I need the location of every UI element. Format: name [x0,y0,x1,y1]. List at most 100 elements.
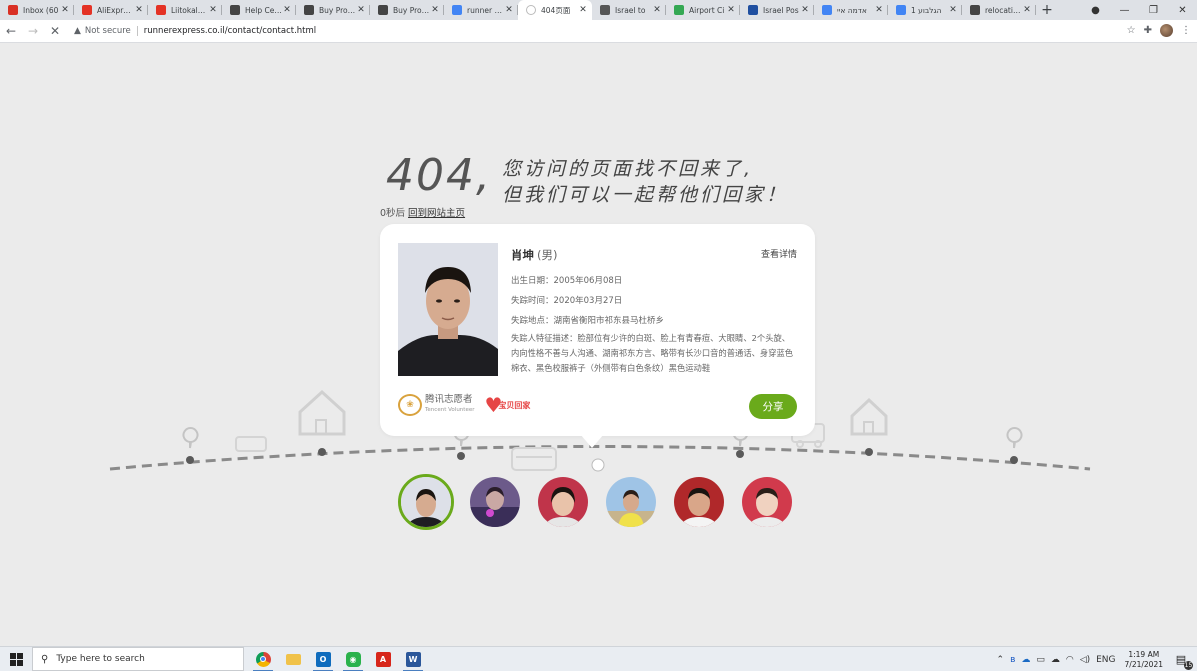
security-label[interactable]: Not secure [85,26,131,36]
restore-icon[interactable]: ❐ [1139,5,1168,16]
child-gender: (男) [537,248,558,262]
tab-close-icon[interactable]: ✕ [356,5,366,15]
tencent-volunteer-cn: 腾讯志愿者 [425,394,473,405]
child-name: 肖坤 (男) [511,247,557,263]
minimize-icon[interactable]: — [1110,5,1139,16]
tab-close-icon[interactable]: ✕ [948,5,958,15]
onedrive-icon[interactable]: ☁ [1021,655,1030,665]
tab-14[interactable]: relocation ✕ [962,0,1036,20]
tab-close-icon[interactable]: ✕ [726,5,736,15]
tab-5[interactable]: Buy Produ ✕ [296,0,370,20]
back-icon[interactable]: ← [0,24,22,38]
profile-avatar[interactable] [1160,24,1173,37]
tab-11[interactable]: Israel Pos ✕ [740,0,814,20]
acrobat-app[interactable]: A [368,647,398,671]
file-explorer-app[interactable] [278,647,308,671]
wifi-icon[interactable]: ◠ [1066,655,1074,665]
start-button[interactable] [0,647,32,671]
tab-10[interactable]: Airport Ci ✕ [666,0,740,20]
cloud-icon[interactable]: ☁ [1051,655,1060,665]
show-hidden-icons-icon[interactable]: ⌃ [997,655,1005,665]
aliexpress-icon [82,5,92,15]
chrome-app[interactable] [248,647,278,671]
tab-title: relocation [985,5,1022,15]
road-current-dot [591,458,605,472]
tab-title: runner exp [467,5,504,15]
card-pointer [580,434,604,448]
tab-6[interactable]: Buy Produ ✕ [370,0,444,20]
extensions-icon[interactable]: ✚ [1144,25,1152,36]
action-center-icon[interactable]: ▤ 15 [1171,651,1193,670]
child-thumbnail-image [742,477,792,527]
word-icon: W [405,651,421,667]
tab-close-icon[interactable]: ✕ [60,5,70,15]
child-thumbnail-4[interactable] [606,477,656,527]
close-window-icon[interactable]: ✕ [1168,5,1197,16]
tab-close-icon[interactable]: ✕ [208,5,218,15]
tab-close-icon[interactable]: ✕ [874,5,884,15]
clock-date: 7/21/2021 [1124,659,1163,669]
mail-icon [600,5,610,15]
url-text[interactable]: runnerexpress.co.il/contact/contact.html [144,26,316,36]
share-button[interactable]: 分享 [749,394,797,419]
menu-icon[interactable]: ⋮ [1181,25,1191,36]
bookmark-star-icon[interactable]: ☆ [1127,25,1136,36]
tab-close-icon[interactable]: ✕ [504,5,514,15]
help-icon [230,5,240,15]
tab-close-icon[interactable]: ✕ [134,5,144,15]
child-thumbnail-3[interactable] [538,477,588,527]
slogan-line-2: 但我们可以一起帮他们回家！ [501,184,788,206]
tab-9[interactable]: Israel to ✕ [592,0,666,20]
tab-close-icon[interactable]: ✕ [282,5,292,15]
notification-count: 15 [1184,660,1193,670]
toolbar-actions: ☆ ✚ ⋮ [1127,24,1191,37]
new-tab-button[interactable]: + [1036,0,1058,20]
child-thumbnail-2[interactable] [470,477,520,527]
outlook-icon: O [315,651,331,667]
tab-close-icon[interactable]: ✕ [652,5,662,15]
error-slogan: 您访问的页面找不回来了, 但我们可以一起帮他们回家！ [502,156,788,208]
tab-7[interactable]: runner exp ✕ [444,0,518,20]
battery-icon[interactable]: ▭ [1036,655,1045,665]
profile-menu-icon[interactable]: ● [1081,5,1110,16]
taskbar-search[interactable]: ⚲ Type here to search [32,647,244,671]
loading-icon [526,5,536,15]
address-bar[interactable]: ▲ Not secure runnerexpress.co.il/contact… [74,22,1136,40]
bluetooth-icon[interactable]: ʙ [1010,655,1015,665]
tab-close-icon[interactable]: ✕ [578,5,588,15]
baobei-huijia-logo: ♥ 宝贝回家 [484,395,530,415]
tab-2[interactable]: AliExpress ✕ [74,0,148,20]
globe-icon [970,5,980,15]
error-heading: 404, 您访问的页面找不回来了, 但我们可以一起帮他们回家！ [386,152,788,208]
view-details-link[interactable]: 查看详情 [761,247,797,260]
tab-4[interactable]: Help Cent ✕ [222,0,296,20]
language-indicator[interactable]: ENG [1096,655,1115,665]
tab-title: Liitokala n [171,5,208,15]
child-thumbnail-5[interactable] [674,477,724,527]
taskbar-search-placeholder[interactable]: Type here to search [56,654,144,664]
green-app[interactable]: ◉ [338,647,368,671]
forward-icon[interactable]: → [22,24,44,38]
windows-taskbar: ⚲ Type here to search O ◉ A W ⌃ ʙ ☁ ▭ ☁ … [0,646,1197,671]
tab-close-icon[interactable]: ✕ [1022,5,1032,15]
tab-3[interactable]: Liitokala n ✕ [148,0,222,20]
child-thumbnail-1[interactable] [398,474,454,530]
warning-icon[interactable]: ▲ [74,26,81,36]
globe-icon [378,5,388,15]
tab-1[interactable]: Inbox (60 ✕ [0,0,74,20]
outlook-app[interactable]: O [308,647,338,671]
clock[interactable]: 1:19 AM 7/21/2021 [1125,650,1163,670]
home-link[interactable]: 回到网站主页 [408,208,465,219]
word-app[interactable]: W [398,647,428,671]
child-thumbnail-6[interactable] [742,477,792,527]
tab-13[interactable]: הגלבוע 1 ✕ [888,0,962,20]
tab-close-icon[interactable]: ✕ [430,5,440,15]
volume-icon[interactable]: ◁) [1080,655,1090,665]
tab-8[interactable]: 404页面 ✕ [518,0,592,20]
child-name-text: 肖坤 [511,248,534,262]
stop-loading-icon[interactable]: ✕ [44,24,66,38]
tab-title: Buy Produ [393,5,430,15]
tab-12[interactable]: אדמה איי ✕ [814,0,888,20]
tab-title: AliExpress [97,5,134,15]
tab-close-icon[interactable]: ✕ [800,5,810,15]
